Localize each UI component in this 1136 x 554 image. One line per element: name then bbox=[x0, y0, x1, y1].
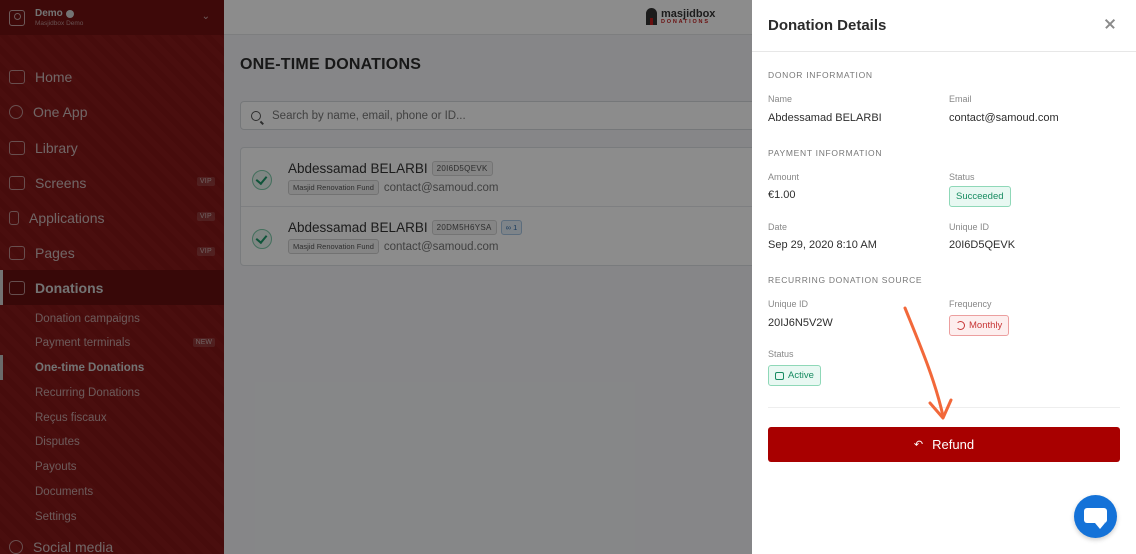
donation-details-panel: Donation Details DONOR INFORMATION Name … bbox=[752, 0, 1136, 554]
close-icon[interactable] bbox=[1100, 14, 1120, 34]
undo-icon: ↶ bbox=[913, 439, 924, 451]
chat-bubble-icon bbox=[1084, 508, 1107, 529]
date-label: Date bbox=[768, 222, 788, 232]
recurring-status-badge: Active bbox=[768, 365, 821, 386]
name-value: Abdessamad BELARBI bbox=[768, 112, 882, 124]
recurring-unique-id-label: Unique ID bbox=[768, 299, 809, 309]
calendar-icon bbox=[775, 371, 784, 380]
panel-title: Donation Details bbox=[768, 17, 887, 34]
name-label: Name bbox=[768, 94, 793, 104]
amount-value: €1.00 bbox=[768, 189, 796, 201]
amount-label: Amount bbox=[768, 172, 800, 182]
modal-backdrop[interactable] bbox=[0, 0, 752, 554]
payment-information-heading: PAYMENT INFORMATION bbox=[768, 148, 883, 158]
status-badge: Succeeded bbox=[949, 186, 1011, 207]
unique-id-label: Unique ID bbox=[949, 222, 990, 232]
refund-label: Refund bbox=[932, 437, 975, 452]
status-label: Status bbox=[949, 172, 975, 182]
email-label: Email bbox=[949, 94, 972, 104]
annotation-arrow-icon bbox=[903, 306, 953, 420]
unique-id-value: 20I6D5QEVK bbox=[949, 239, 1016, 251]
chat-launcher-button[interactable] bbox=[1074, 495, 1117, 538]
panel-header: Donation Details bbox=[752, 0, 1136, 52]
recurring-source-heading: RECURRING DONATION SOURCE bbox=[768, 275, 923, 285]
date-value: Sep 29, 2020 8:10 AM bbox=[768, 239, 877, 251]
recurring-status-value: Active bbox=[788, 370, 814, 381]
recurring-unique-id-value[interactable]: 20IJ6N5V2W bbox=[768, 317, 833, 329]
donor-information-heading: DONOR INFORMATION bbox=[768, 70, 873, 80]
status-value: Succeeded bbox=[956, 191, 1004, 202]
refund-button[interactable]: ↶ Refund bbox=[768, 427, 1120, 462]
frequency-value: Monthly bbox=[969, 320, 1003, 331]
email-value: contact@samoud.com bbox=[949, 112, 1059, 124]
recurring-status-label: Status bbox=[768, 349, 794, 359]
